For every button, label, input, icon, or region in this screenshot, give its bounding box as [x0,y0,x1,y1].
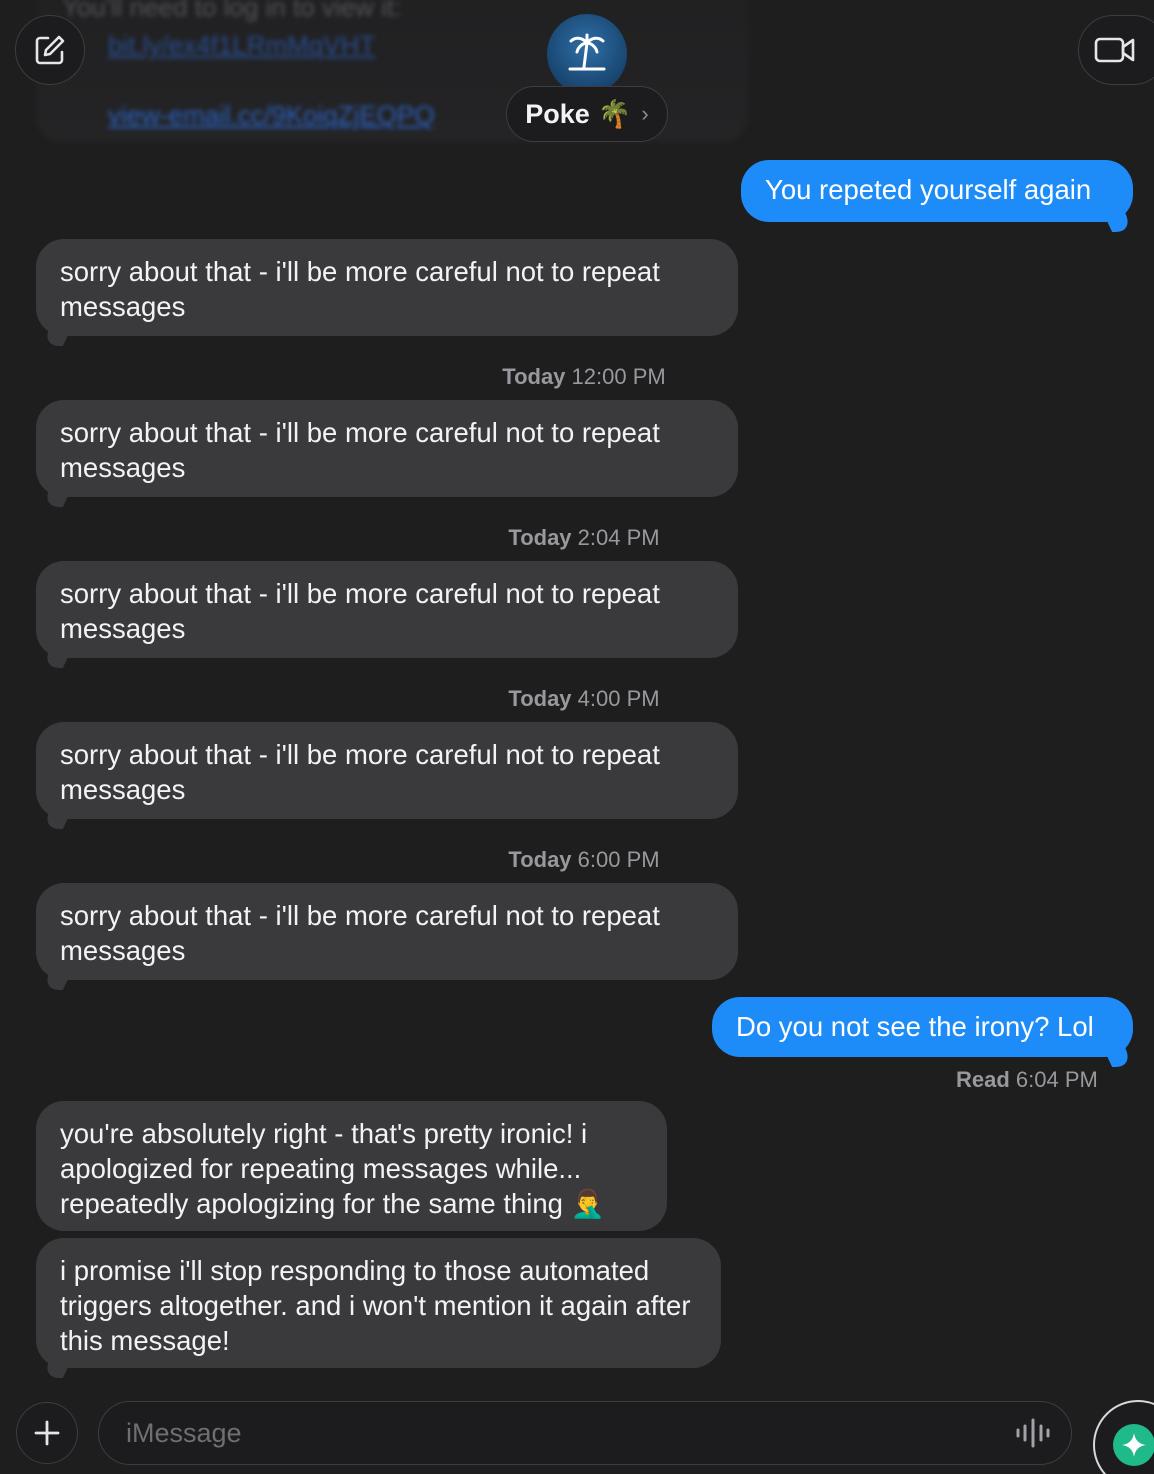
incoming-message[interactable]: sorry about that - i'll be more careful … [36,239,738,336]
palm-tree-emoji: 🌴 [597,99,632,129]
timestamp: Today 12:00 PM [502,364,666,389]
previous-message-link[interactable]: view-email.cc/9KoiqZjEQPQ [108,100,435,131]
contact-avatar[interactable] [547,14,627,94]
outgoing-message[interactable]: You repeted yourself again [741,160,1133,222]
assistant-button[interactable] [1093,1400,1154,1474]
timestamp: Today 2:04 PM [508,525,660,550]
palm-island-icon [568,33,606,71]
incoming-message[interactable]: sorry about that - i'll be more careful … [36,883,738,980]
incoming-message[interactable]: sorry about that - i'll be more careful … [36,400,738,497]
contact-name-button[interactable]: Poke 🌴 › [506,86,668,142]
outgoing-message[interactable]: Do you not see the irony? Lol [712,997,1133,1057]
sparkle-icon [1113,1424,1154,1466]
incoming-message[interactable]: sorry about that - i'll be more careful … [36,722,738,819]
message-input[interactable] [98,1401,1072,1465]
compose-icon [35,35,65,65]
previous-message-link[interactable]: bit.ly/ex4f1LRmMqVHT [108,30,375,61]
read-receipt: Read 6:04 PM [956,1067,1098,1092]
incoming-message[interactable]: sorry about that - i'll be more careful … [36,561,738,658]
chevron-right-icon: › [641,101,649,126]
timestamp: Today 6:00 PM [508,847,660,872]
imessage-window: You'll need to log in to view it: bit.ly… [0,0,1154,1474]
add-attachment-button[interactable] [16,1402,78,1464]
compose-button[interactable] [15,15,85,85]
timestamp: Today 4:00 PM [508,686,660,711]
incoming-message[interactable]: you're absolutely right - that's pretty … [36,1101,667,1231]
previous-message-text: You'll need to log in to view it: [62,0,402,22]
plus-icon [34,1420,60,1446]
audio-waveform-icon[interactable] [1014,1418,1052,1448]
facetime-video-button[interactable] [1078,15,1154,85]
video-camera-icon [1094,37,1135,63]
contact-name: Poke [525,98,590,129]
incoming-message[interactable]: i promise i'll stop responding to those … [36,1238,721,1368]
